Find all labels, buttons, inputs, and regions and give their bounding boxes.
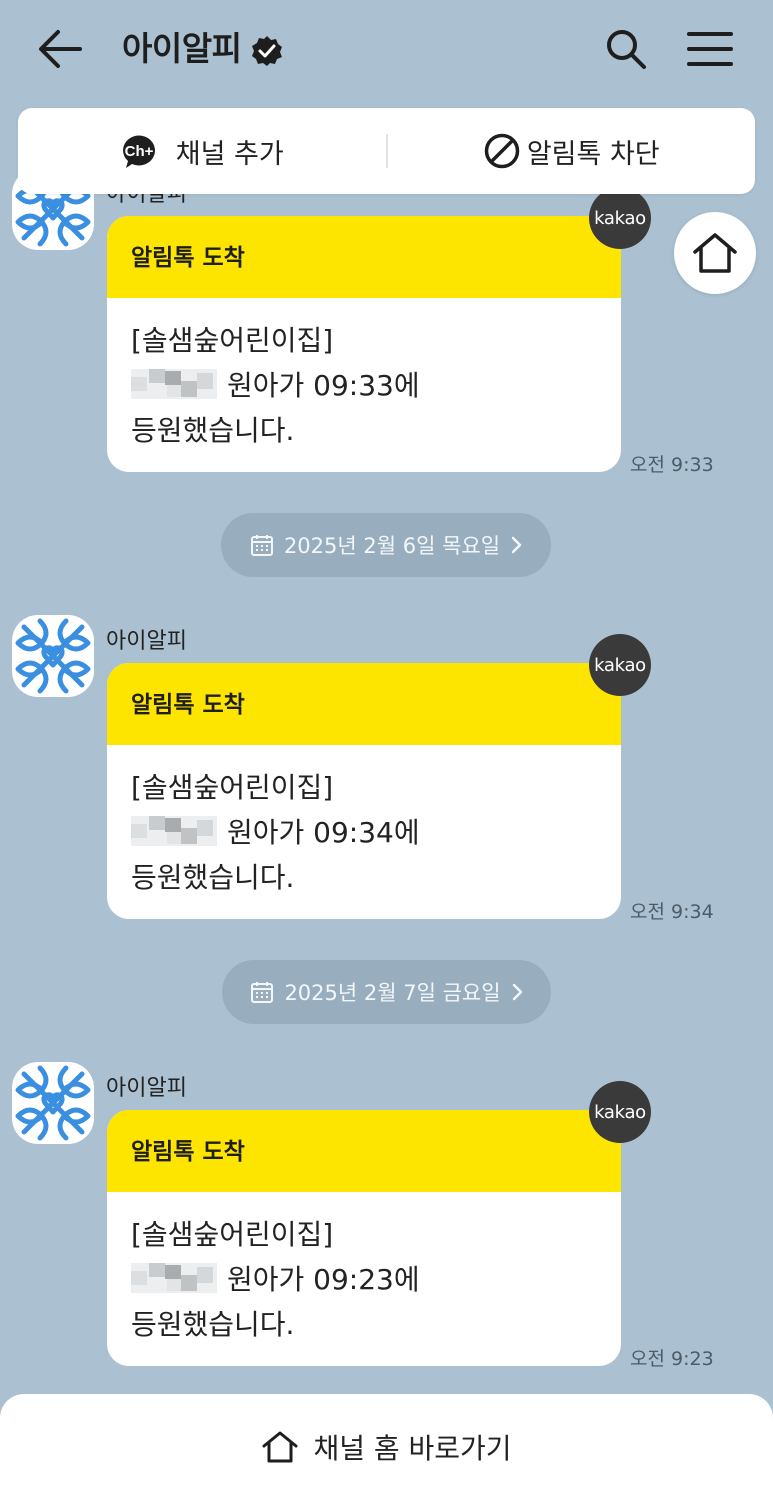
message-line-wrap: 원아가 09:34에 xyxy=(131,810,621,855)
message-line: 등원했습니다. xyxy=(131,861,295,894)
channel-home-label: 채널 홈 바로가기 xyxy=(313,1431,512,1465)
calendar-icon xyxy=(250,980,274,1004)
verified-badge-icon xyxy=(251,33,283,66)
channel-home-button[interactable]: 채널 홈 바로가기 xyxy=(0,1394,773,1499)
kakao-badge: kakao xyxy=(589,1081,651,1143)
chevron-right-icon xyxy=(511,983,523,1001)
kakao-badge: kakao xyxy=(589,634,651,696)
block-icon xyxy=(483,132,521,170)
message-header: 알림톡 도착 xyxy=(107,1110,621,1192)
blurred-name-mosaic xyxy=(131,1263,217,1293)
channel-action-bar: Ch+ 채널 추가 알림톡 차단 xyxy=(18,108,755,194)
message-line: 원아가 09:23에 xyxy=(227,1263,420,1296)
channel-home-fab[interactable] xyxy=(674,212,756,294)
sender-avatar[interactable] xyxy=(12,1062,94,1144)
date-separator[interactable]: 2025년 2월 6일 목요일 xyxy=(221,513,551,577)
home-icon xyxy=(261,1430,299,1464)
channel-add-icon-text: Ch+ xyxy=(124,143,153,160)
add-channel-button[interactable]: Ch+ 채널 추가 xyxy=(18,108,386,194)
calendar-icon xyxy=(250,533,274,557)
sender-name: 아이알피 xyxy=(106,1076,187,1101)
home-icon xyxy=(693,233,737,273)
message-header: 알림톡 도착 xyxy=(107,216,621,298)
message-line: [솔샘숲어린이집] xyxy=(131,1218,334,1251)
message-line: [솔샘숲어린이집] xyxy=(131,771,334,804)
message-line: 원아가 09:34에 xyxy=(227,816,420,849)
message-line: [솔샘숲어린이집] xyxy=(131,324,334,357)
message-time: 오전 9:33 xyxy=(630,454,714,476)
channel-add-icon: Ch+ xyxy=(120,131,170,171)
channel-logo-icon xyxy=(12,615,94,697)
message-body: [솔샘숲어린이집] 원아가 09:23에 등원했습니다. xyxy=(107,1192,621,1347)
message-bubble[interactable]: 알림톡 도착 [솔샘숲어린이집] 원아가 09:23에 등원했습니다. xyxy=(107,1110,621,1366)
channel-logo-icon xyxy=(12,1062,94,1144)
block-alimtalk-button[interactable]: 알림톡 차단 xyxy=(388,108,756,194)
message-time: 오전 9:23 xyxy=(630,1348,714,1370)
message-bubble[interactable]: 알림톡 도착 [솔샘숲어린이집] 원아가 09:33에 등원했습니다. xyxy=(107,216,621,472)
blurred-name-mosaic xyxy=(131,816,217,846)
add-channel-label: 채널 추가 xyxy=(175,138,284,170)
back-arrow-icon[interactable] xyxy=(34,26,86,72)
block-label: 알림톡 차단 xyxy=(526,138,660,170)
search-icon[interactable] xyxy=(604,27,648,71)
message-header: 알림톡 도착 xyxy=(107,663,621,745)
message-line: 원아가 09:33에 xyxy=(227,369,420,402)
kakao-badge: kakao xyxy=(589,187,651,249)
menu-icon[interactable] xyxy=(686,30,734,68)
date-label: 2025년 2월 6일 목요일 xyxy=(283,534,501,558)
chat-title-text: 아이알피 xyxy=(122,29,242,68)
chevron-right-icon xyxy=(510,536,522,554)
message-body: [솔샘숲어린이집] 원아가 09:34에 등원했습니다. xyxy=(107,745,621,900)
message-line-wrap: 원아가 09:33에 xyxy=(131,363,621,408)
message-bubble[interactable]: 알림톡 도착 [솔샘숲어린이집] 원아가 09:34에 등원했습니다. xyxy=(107,663,621,919)
date-separator[interactable]: 2025년 2월 7일 금요일 xyxy=(222,960,551,1024)
message-time: 오전 9:34 xyxy=(630,901,714,923)
message-line-wrap: 원아가 09:23에 xyxy=(131,1257,621,1302)
chat-title: 아이알피 xyxy=(122,26,283,72)
sender-name: 아이알피 xyxy=(106,629,187,654)
message-body: [솔샘숲어린이집] 원아가 09:33에 등원했습니다. xyxy=(107,298,621,453)
message-line: 등원했습니다. xyxy=(131,414,295,447)
sender-avatar[interactable] xyxy=(12,615,94,697)
date-label: 2025년 2월 7일 금요일 xyxy=(284,981,501,1005)
top-header: 아이알피 xyxy=(0,0,773,100)
message-line: 등원했습니다. xyxy=(131,1308,295,1341)
blurred-name-mosaic xyxy=(131,369,217,399)
